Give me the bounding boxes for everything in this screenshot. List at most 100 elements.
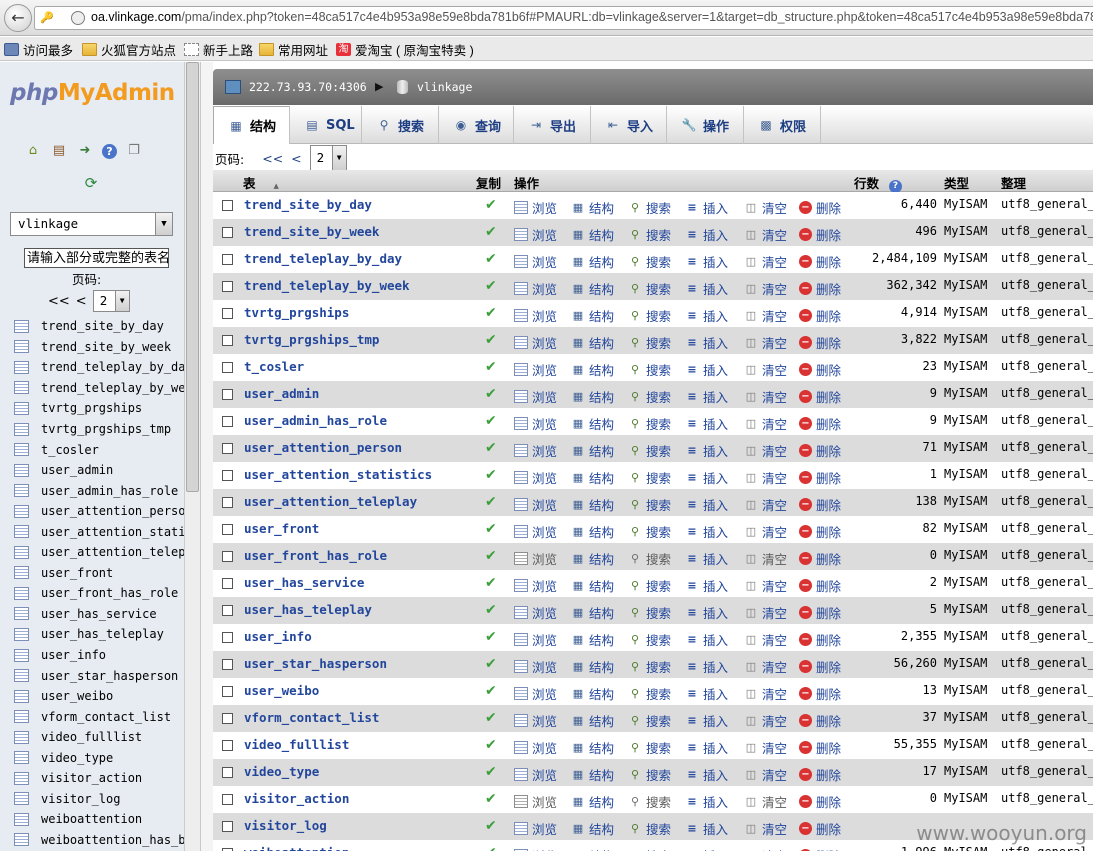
search-action[interactable]: ⚲搜索 — [628, 306, 671, 325]
search-action[interactable]: ⚲搜索 — [628, 225, 671, 244]
table-name-link[interactable]: user_admin_has_role — [244, 413, 387, 428]
sidebar-table-name[interactable]: user_has_teleplay — [41, 627, 164, 641]
table-name-link[interactable]: user_front_has_role — [244, 548, 387, 563]
empty-action[interactable]: ◫清空 — [744, 711, 787, 730]
check-icon[interactable]: ✔ — [485, 737, 497, 753]
insert-action[interactable]: ≡插入 — [685, 846, 728, 851]
drop-action[interactable]: −删除 — [799, 360, 841, 379]
structure-action[interactable]: ▦结构 — [571, 252, 614, 271]
empty-action[interactable]: ◫清空 — [744, 603, 787, 622]
search-action[interactable]: ⚲搜索 — [628, 657, 671, 676]
insert-action[interactable]: ≡插入 — [685, 522, 728, 541]
structure-action[interactable]: ▦结构 — [571, 576, 614, 595]
insert-action[interactable]: ≡插入 — [685, 468, 728, 487]
table-name-link[interactable]: user_info — [244, 629, 312, 644]
structure-action[interactable]: ▦结构 — [571, 306, 614, 325]
table-icon[interactable] — [14, 627, 29, 641]
table-icon[interactable] — [14, 751, 29, 765]
insert-action[interactable]: ≡插入 — [685, 306, 728, 325]
drop-action[interactable]: −删除 — [799, 684, 841, 703]
search-action[interactable]: ⚲搜索 — [628, 333, 671, 352]
sidebar-table-name[interactable]: user_star_hasperson — [41, 669, 178, 683]
table-icon[interactable] — [14, 504, 29, 518]
sidebar-table-item[interactable]: user_admin — [14, 460, 186, 481]
table-icon[interactable] — [14, 566, 29, 580]
check-icon[interactable]: ✔ — [485, 791, 497, 807]
search-action[interactable]: ⚲搜索 — [628, 846, 671, 851]
structure-action[interactable]: ▦结构 — [571, 792, 614, 811]
drop-action[interactable]: −删除 — [799, 333, 841, 352]
bookmark-taobao[interactable]: 淘爱淘宝 ( 原淘宝特卖 ) — [336, 41, 474, 58]
insert-action[interactable]: ≡插入 — [685, 279, 728, 298]
sidebar-table-name[interactable]: user_front — [41, 566, 113, 580]
check-icon[interactable]: ✔ — [485, 845, 497, 851]
search-action[interactable]: ⚲搜索 — [628, 252, 671, 271]
sidebar-table-item[interactable]: user_has_teleplay — [14, 624, 186, 645]
browse-action[interactable]: 浏览 — [514, 711, 557, 730]
search-action[interactable]: ⚲搜索 — [628, 198, 671, 217]
browse-action[interactable]: 浏览 — [514, 549, 557, 568]
sidebar-table-name[interactable]: trend_site_by_week — [41, 340, 171, 354]
check-icon[interactable]: ✔ — [485, 656, 497, 672]
row-checkbox[interactable] — [222, 551, 233, 562]
search-action[interactable]: ⚲搜索 — [628, 279, 671, 298]
row-checkbox[interactable] — [222, 767, 233, 778]
browse-action[interactable]: 浏览 — [514, 441, 557, 460]
sidebar-table-name[interactable]: tvrtg_prgships_tmp — [41, 422, 171, 436]
empty-action[interactable]: ◫清空 — [744, 657, 787, 676]
table-name-link[interactable]: t_cosler — [244, 359, 304, 374]
table-icon[interactable] — [14, 525, 29, 539]
browse-action[interactable]: 浏览 — [514, 387, 557, 406]
table-icon[interactable] — [14, 381, 29, 395]
table-icon[interactable] — [14, 463, 29, 477]
browse-action[interactable]: 浏览 — [514, 765, 557, 784]
table-icon[interactable] — [14, 607, 29, 621]
table-name-link[interactable]: tvrtg_prgships — [244, 305, 349, 320]
sidebar-table-item[interactable]: vform_contact_list — [14, 706, 186, 727]
sidebar-table-name[interactable]: video_fulllist — [41, 730, 142, 744]
insert-action[interactable]: ≡插入 — [685, 819, 728, 838]
check-icon[interactable]: ✔ — [485, 467, 497, 483]
page-select[interactable]: 2 ▼ — [309, 145, 347, 171]
row-checkbox[interactable] — [222, 524, 233, 535]
table-name-link[interactable]: video_fulllist — [244, 737, 349, 752]
bookmark-firefox-site[interactable]: 火狐官方站点 — [82, 41, 176, 58]
insert-action[interactable]: ≡插入 — [685, 360, 728, 379]
help-icon[interactable]: ? — [102, 144, 117, 159]
search-action[interactable]: ⚲搜索 — [628, 360, 671, 379]
sidebar-table-name[interactable]: user_info — [41, 648, 106, 662]
empty-action[interactable]: ◫清空 — [744, 684, 787, 703]
sidebar-table-name[interactable]: t_cosler — [41, 443, 99, 457]
breadcrumb-server[interactable]: 222.73.93.70:4306 — [249, 80, 367, 94]
structure-action[interactable]: ▦结构 — [571, 846, 614, 851]
insert-action[interactable]: ≡插入 — [685, 387, 728, 406]
drop-action[interactable]: −删除 — [799, 198, 841, 217]
row-checkbox[interactable] — [222, 740, 233, 751]
structure-action[interactable]: ▦结构 — [571, 333, 614, 352]
pager-prev[interactable]: < — [291, 151, 301, 166]
check-icon[interactable]: ✔ — [485, 305, 497, 321]
table-name-link[interactable]: user_admin — [244, 386, 319, 401]
check-icon[interactable]: ✔ — [485, 602, 497, 618]
empty-action[interactable]: ◫清空 — [744, 225, 787, 244]
row-checkbox[interactable] — [222, 578, 233, 589]
sidebar-table-item[interactable]: user_has_service — [14, 604, 186, 625]
row-checkbox[interactable] — [222, 686, 233, 697]
tab-sql[interactable]: ▤ SQL — [290, 106, 362, 144]
empty-action[interactable]: ◫清空 — [744, 333, 787, 352]
table-name-link[interactable]: weiboattention — [244, 845, 349, 851]
drop-action[interactable]: −删除 — [799, 603, 841, 622]
table-name-link[interactable]: video_type — [244, 764, 319, 779]
table-icon[interactable] — [14, 833, 29, 847]
sidebar-table-name[interactable]: video_type — [41, 751, 113, 765]
page-select[interactable]: 2 ▼ — [92, 290, 130, 312]
search-action[interactable]: ⚲搜索 — [628, 468, 671, 487]
drop-action[interactable]: −删除 — [799, 765, 841, 784]
empty-action[interactable]: ◫清空 — [744, 522, 787, 541]
table-icon[interactable] — [14, 443, 29, 457]
browse-action[interactable]: 浏览 — [514, 603, 557, 622]
row-checkbox[interactable] — [222, 254, 233, 265]
sidebar-table-name[interactable]: user_has_service — [41, 607, 157, 621]
breadcrumb-database[interactable]: vlinkage — [417, 80, 472, 94]
drop-action[interactable]: −删除 — [799, 279, 841, 298]
